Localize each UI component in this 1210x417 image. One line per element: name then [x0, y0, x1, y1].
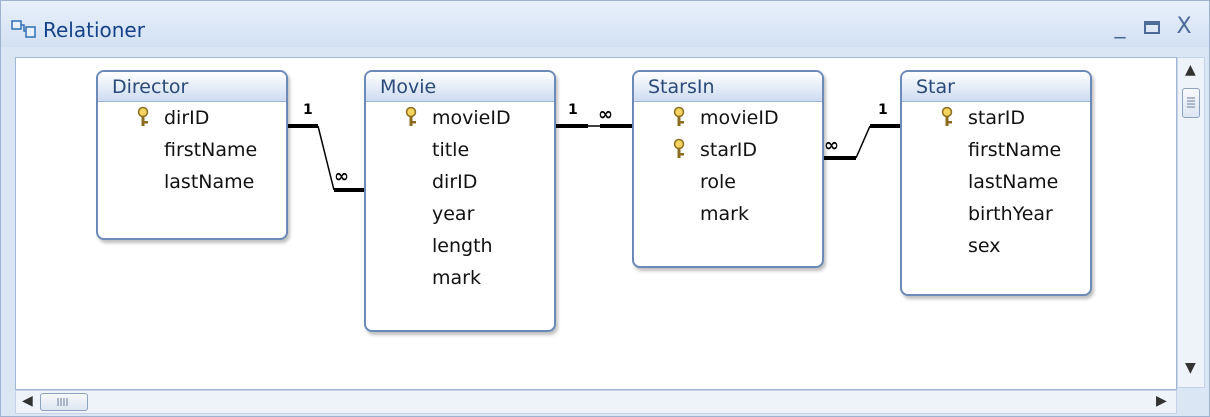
field-name: lastName [968, 171, 1059, 193]
one-label: 1 [568, 102, 578, 118]
scroll-down-arrow-icon[interactable]: ▼ [1185, 360, 1196, 376]
field-row[interactable]: role [634, 166, 822, 198]
field-name: lastName [164, 171, 255, 193]
many-label: ∞ [824, 135, 839, 156]
relationship-director-movie[interactable]: 1 ∞ [286, 102, 366, 192]
field-row[interactable]: year [366, 198, 554, 230]
maximize-button[interactable] [1137, 13, 1167, 41]
field-name: birthYear [968, 203, 1053, 225]
one-label: 1 [303, 102, 313, 118]
field-row[interactable]: starID [634, 134, 822, 166]
relationship-star-starsin[interactable]: 1 ∞ [822, 102, 902, 160]
field-name: sex [968, 235, 1001, 257]
primary-key-icon [673, 106, 685, 126]
field-row[interactable]: title [366, 134, 554, 166]
relationships-icon [11, 20, 36, 38]
vertical-scroll-thumb[interactable] [1182, 88, 1200, 118]
relationship-movie-starsin[interactable]: 1 ∞ [554, 102, 632, 128]
grip-icon [1187, 97, 1195, 108]
field-row[interactable]: movieID [366, 102, 554, 134]
field-row[interactable]: birthYear [902, 198, 1090, 230]
field-name: dirID [164, 107, 210, 129]
field-row[interactable]: firstName [902, 134, 1090, 166]
field-row[interactable]: lastName [98, 166, 286, 198]
table-header[interactable]: Star [902, 72, 1090, 102]
field-name: starID [968, 107, 1026, 129]
field-row[interactable]: dirID [98, 102, 286, 134]
relationships-window: Relationer _ X 1 ∞ 1 ∞ 1 ∞ Director dirI… [0, 0, 1210, 417]
field-name: title [432, 139, 470, 161]
scroll-left-arrow-icon[interactable]: ◀ [22, 393, 33, 409]
close-button[interactable]: X [1169, 13, 1199, 41]
grip-icon [57, 398, 68, 406]
field-row[interactable]: firstName [98, 134, 286, 166]
table-movie[interactable]: Movie movieID title dirID year length ma… [364, 70, 556, 332]
field-row[interactable]: starID [902, 102, 1090, 134]
field-row[interactable]: mark [366, 262, 554, 294]
field-name: firstName [968, 139, 1062, 161]
table-starsin[interactable]: StarsIn movieID starID role mark [632, 70, 824, 268]
one-label: 1 [878, 102, 888, 118]
horizontal-scroll-thumb[interactable] [40, 393, 88, 411]
field-row[interactable]: length [366, 230, 554, 262]
field-row[interactable]: mark [634, 198, 822, 230]
field-name: role [700, 171, 736, 193]
scroll-up-arrow-icon[interactable]: ▲ [1185, 62, 1196, 78]
title-bar[interactable]: Relationer _ X [1, 1, 1209, 47]
many-label: ∞ [334, 166, 349, 187]
minimize-button[interactable]: _ [1105, 13, 1135, 41]
field-name: length [432, 235, 493, 257]
field-name: mark [700, 203, 749, 225]
window-title: Relationer [43, 18, 145, 42]
field-name: movieID [700, 107, 779, 129]
field-name: movieID [432, 107, 511, 129]
primary-key-icon [137, 106, 149, 126]
primary-key-icon [673, 138, 685, 158]
field-name: mark [432, 267, 481, 289]
primary-key-icon [405, 106, 417, 126]
primary-key-icon [941, 106, 953, 126]
scroll-right-arrow-icon[interactable]: ▶ [1156, 393, 1167, 409]
horizontal-scrollbar[interactable]: ◀ ▶ [15, 390, 1177, 414]
relationships-canvas[interactable]: 1 ∞ 1 ∞ 1 ∞ Director dirID firstName las… [15, 57, 1177, 390]
field-name: firstName [164, 139, 258, 161]
field-name: starID [700, 139, 758, 161]
field-name: year [432, 203, 475, 225]
field-row[interactable]: dirID [366, 166, 554, 198]
many-label: ∞ [598, 104, 613, 125]
field-row[interactable]: movieID [634, 102, 822, 134]
table-director[interactable]: Director dirID firstName lastName [96, 70, 288, 240]
table-header[interactable]: StarsIn [634, 72, 822, 102]
table-header[interactable]: Movie [366, 72, 554, 102]
field-row[interactable]: sex [902, 230, 1090, 262]
vertical-scrollbar[interactable]: ▲ ▼ [1177, 57, 1205, 388]
field-row[interactable]: lastName [902, 166, 1090, 198]
maximize-icon [1144, 21, 1160, 34]
table-header[interactable]: Director [98, 72, 286, 102]
table-star[interactable]: Star starID firstName lastName birthYear… [900, 70, 1092, 296]
field-name: dirID [432, 171, 478, 193]
